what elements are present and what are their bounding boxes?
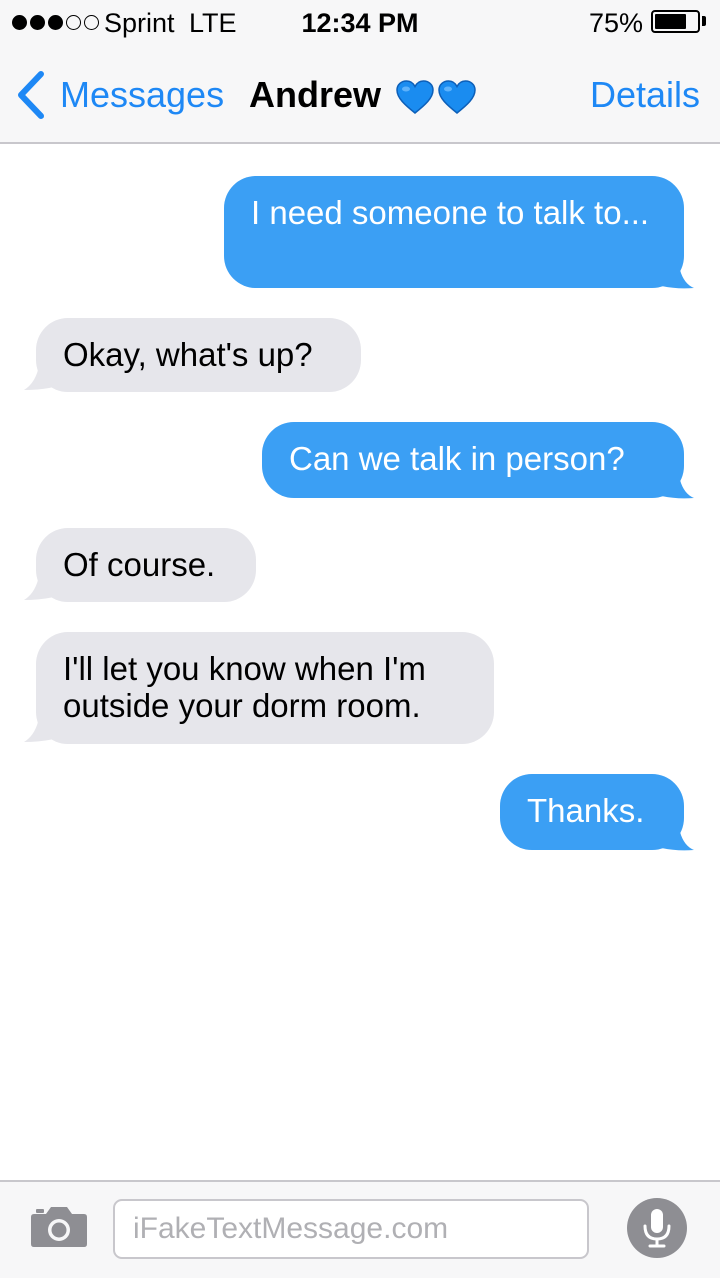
back-button[interactable]: Messages xyxy=(16,70,224,120)
bubble-tail xyxy=(640,480,694,499)
message-text: I need someone to talk to... xyxy=(251,194,650,231)
message-bubble-sent[interactable]: Can we talk in person? xyxy=(262,422,684,498)
details-button[interactable]: Details xyxy=(590,70,700,120)
battery-percent: 75% xyxy=(588,8,643,38)
blue-heart-icon xyxy=(396,80,434,114)
contact-name[interactable]: Andrew xyxy=(249,70,381,120)
message-text: Thanks. xyxy=(527,792,645,829)
bubble-tail xyxy=(24,580,78,600)
blue-heart-icon xyxy=(438,80,476,114)
message-bubble-received[interactable]: Okay, what's up? xyxy=(36,318,361,392)
message-input[interactable]: iFakeTextMessage.com xyxy=(113,1199,589,1259)
camera-icon[interactable] xyxy=(30,1204,88,1248)
composer-bar: iFakeTextMessage.com xyxy=(0,1180,720,1278)
bubble-tail xyxy=(24,370,78,390)
battery-icon xyxy=(651,10,700,33)
back-label: Messages xyxy=(60,74,225,115)
bubble-tail xyxy=(640,832,694,851)
message-text: Of course. xyxy=(63,546,216,583)
message-text: I'll let you know when I'm outside your … xyxy=(63,650,426,724)
chevron-left-icon xyxy=(18,71,44,119)
status-bar: Sprint LTE 12:34 PM 75% xyxy=(0,0,720,46)
message-text: Okay, what's up? xyxy=(63,336,313,373)
bubble-tail xyxy=(24,722,78,742)
bubble-tail xyxy=(640,270,694,289)
message-bubble-received[interactable]: I'll let you know when I'm outside your … xyxy=(36,632,494,744)
contact-emoji xyxy=(396,80,476,114)
message-thread[interactable]: I need someone to talk to... Okay, what'… xyxy=(0,146,720,1180)
microphone-button[interactable] xyxy=(627,1198,687,1258)
microphone-icon xyxy=(643,1209,671,1248)
battery-nub xyxy=(702,16,706,26)
battery-fill xyxy=(655,14,686,29)
nav-bar: Messages Andrew Details xyxy=(0,46,720,144)
message-text: Can we talk in person? xyxy=(289,440,625,477)
message-bubble-sent[interactable]: I need someone to talk to... xyxy=(224,176,684,288)
